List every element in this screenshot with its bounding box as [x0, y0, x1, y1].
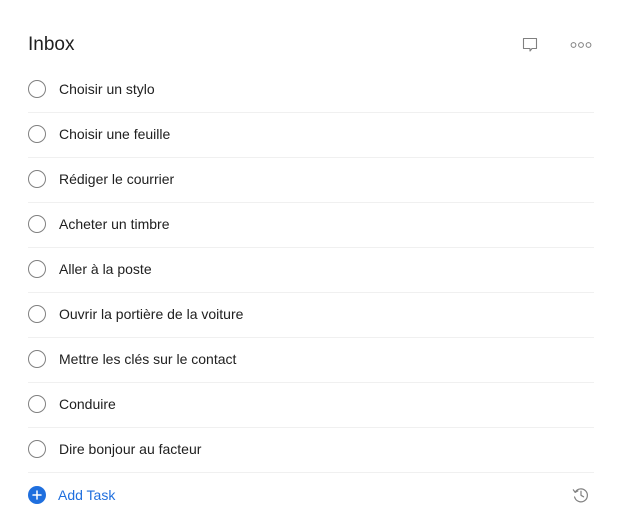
task-label[interactable]: Acheter un timbre — [59, 216, 170, 232]
task-list: Choisir un stylo Choisir une feuille Réd… — [28, 68, 594, 473]
task-item[interactable]: Choisir un stylo — [28, 68, 594, 113]
task-item[interactable]: Dire bonjour au facteur — [28, 428, 594, 473]
task-checkbox[interactable] — [28, 350, 46, 368]
project-header: Inbox — [28, 30, 594, 60]
task-checkbox[interactable] — [28, 305, 46, 323]
task-item[interactable]: Rédiger le courrier — [28, 158, 594, 203]
task-item[interactable]: Conduire — [28, 383, 594, 428]
task-item[interactable]: Mettre les clés sur le contact — [28, 338, 594, 383]
task-item[interactable]: Choisir une feuille — [28, 113, 594, 158]
page-title: Inbox — [28, 34, 75, 55]
task-label[interactable]: Dire bonjour au facteur — [59, 441, 201, 457]
inbox-view: Inbox Choisir un stylo Choisir une feuil… — [0, 0, 641, 528]
task-label[interactable]: Conduire — [59, 396, 116, 412]
task-label[interactable]: Rédiger le courrier — [59, 171, 174, 187]
task-checkbox[interactable] — [28, 395, 46, 413]
comment-button[interactable] — [518, 33, 542, 57]
add-task-row: Add Task — [28, 482, 594, 508]
task-checkbox[interactable] — [28, 260, 46, 278]
task-label[interactable]: Ouvrir la portière de la voiture — [59, 306, 243, 322]
task-label[interactable]: Choisir un stylo — [59, 81, 155, 97]
add-task-button[interactable]: Add Task — [28, 485, 115, 505]
task-checkbox[interactable] — [28, 80, 46, 98]
task-checkbox[interactable] — [28, 125, 46, 143]
task-checkbox[interactable] — [28, 170, 46, 188]
history-icon — [572, 488, 588, 503]
more-options-button[interactable] — [569, 33, 593, 57]
task-label[interactable]: Aller à la poste — [59, 261, 152, 277]
comment-icon — [522, 37, 538, 52]
task-item[interactable]: Ouvrir la portière de la voiture — [28, 293, 594, 338]
task-checkbox[interactable] — [28, 440, 46, 458]
activity-history-button[interactable] — [569, 483, 593, 507]
task-label[interactable]: Choisir une feuille — [59, 126, 170, 142]
more-options-icon — [570, 42, 592, 48]
task-item[interactable]: Aller à la poste — [28, 248, 594, 293]
task-checkbox[interactable] — [28, 215, 46, 233]
task-item[interactable]: Acheter un timbre — [28, 203, 594, 248]
task-label[interactable]: Mettre les clés sur le contact — [59, 351, 236, 367]
add-task-label: Add Task — [58, 487, 116, 503]
plus-circle-icon — [28, 486, 46, 504]
